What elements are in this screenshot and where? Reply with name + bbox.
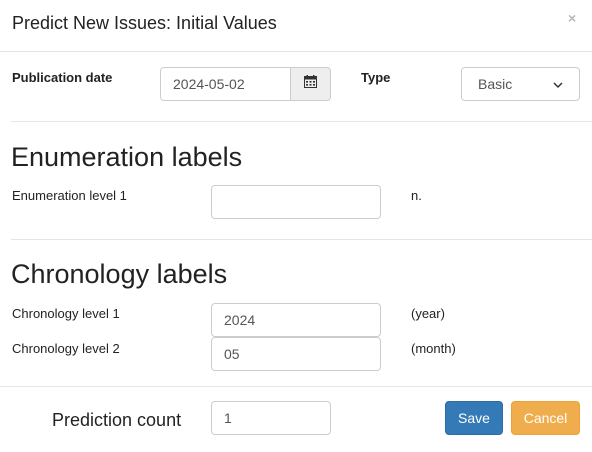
section-divider — [11, 121, 592, 122]
close-icon[interactable]: × — [568, 10, 576, 26]
publication-date-label: Publication date — [12, 70, 113, 85]
chronology-level-2-label: Chronology level 2 — [12, 341, 120, 356]
enumeration-level-1-input[interactable] — [211, 185, 381, 219]
publication-date-input[interactable]: 2024-05-02 — [160, 67, 291, 101]
type-selected-value: Basic — [478, 76, 513, 92]
section-divider — [11, 239, 592, 240]
calendar-icon — [304, 75, 317, 93]
header-divider — [0, 51, 592, 52]
prediction-count-input[interactable]: 1 — [211, 401, 331, 435]
chronology-level-1-suffix: (year) — [411, 306, 445, 321]
cancel-button[interactable]: Cancel — [511, 401, 580, 435]
chronology-level-1-input[interactable]: 2024 — [211, 303, 381, 337]
chronology-heading: Chronology labels — [11, 259, 228, 289]
prediction-count-label: Prediction count — [52, 410, 182, 430]
enumeration-heading: Enumeration labels — [11, 142, 243, 172]
enumeration-level-1-suffix: n. — [411, 188, 422, 203]
type-select[interactable]: Basic — [461, 67, 580, 101]
calendar-button[interactable] — [291, 67, 331, 101]
chronology-level-1-label: Chronology level 1 — [12, 306, 120, 321]
save-button[interactable]: Save — [445, 401, 503, 435]
chevron-down-icon — [553, 76, 563, 92]
type-label: Type — [361, 70, 391, 85]
chronology-level-2-input[interactable]: 05 — [211, 337, 381, 371]
enumeration-level-1-label: Enumeration level 1 — [12, 188, 127, 203]
modal-title: Predict New Issues: Initial Values — [12, 13, 277, 33]
footer-divider — [0, 386, 592, 387]
chronology-level-2-suffix: (month) — [411, 341, 456, 356]
